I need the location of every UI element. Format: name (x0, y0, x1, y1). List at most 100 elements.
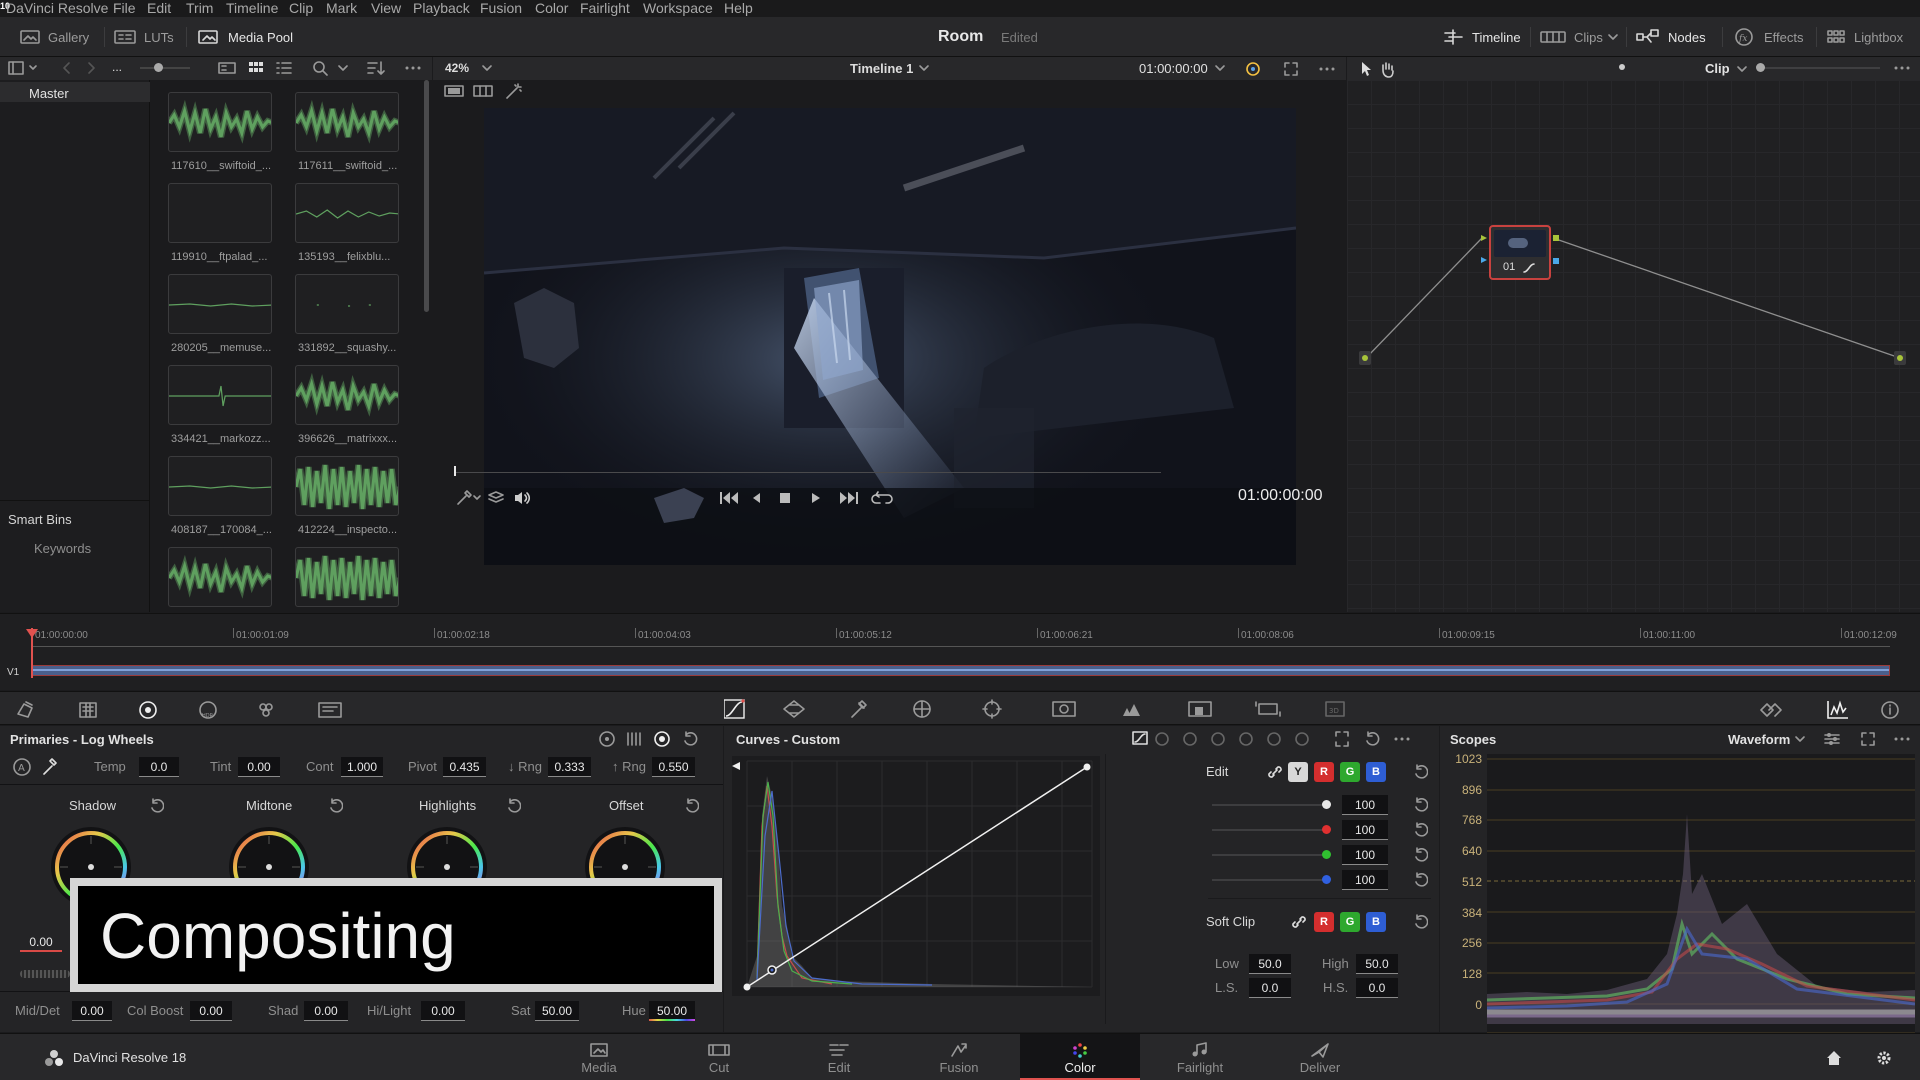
pivot-field[interactable]: 0.435 (443, 757, 486, 777)
link-channels-icon[interactable] (1267, 765, 1283, 779)
output-node[interactable] (1894, 351, 1906, 365)
edit-slider-handle[interactable] (1322, 825, 1331, 834)
page-deliver[interactable]: Deliver (1260, 1034, 1380, 1080)
contrast-field[interactable]: 1.000 (341, 757, 383, 777)
thumb-size-handle[interactable] (154, 63, 163, 72)
edit-slider-track[interactable] (1212, 854, 1327, 856)
color-picker-icon[interactable] (457, 490, 481, 505)
color-warper-icon[interactable] (783, 700, 805, 718)
clip-thumbnail[interactable] (168, 274, 272, 334)
page-cut[interactable]: Cut (659, 1034, 779, 1080)
curves-fullscreen-icon[interactable] (1335, 731, 1349, 747)
menu-clip[interactable]: Clip (289, 0, 313, 16)
edit-slider-handle[interactable] (1322, 875, 1331, 884)
stop-icon[interactable] (780, 493, 790, 503)
edit-value-field[interactable]: 100 (1342, 870, 1388, 890)
hue-vs-sat-icon[interactable] (1183, 732, 1197, 746)
magic-wand-icon[interactable] (504, 82, 524, 100)
menu-trim[interactable]: Trim (186, 0, 213, 16)
go-to-end-icon[interactable] (840, 492, 858, 504)
soft-clip-g-chip[interactable]: G (1340, 912, 1360, 932)
saturation-field[interactable]: 50.00 (535, 1001, 579, 1021)
page-media[interactable]: Media (539, 1034, 659, 1080)
soft-clip-low-field[interactable]: 50.0 (1249, 954, 1291, 974)
log-mode-icon[interactable] (654, 731, 670, 747)
highlights-field[interactable]: 0.00 (421, 1001, 465, 1021)
scope-expand-icon[interactable] (1861, 732, 1875, 746)
node-more-icon[interactable] (1893, 65, 1911, 71)
clip-thumbnail[interactable] (168, 456, 272, 516)
more-options-icon[interactable] (404, 65, 422, 71)
clip-thumbnail[interactable] (295, 183, 399, 243)
viewer-timecode[interactable]: 01:00:00:00 (1238, 487, 1323, 505)
timeline-clip[interactable] (32, 665, 1890, 676)
clip-thumbnail[interactable] (168, 92, 272, 152)
clip-thumbnail[interactable] (295, 456, 399, 516)
qualifier-icon[interactable] (851, 700, 867, 718)
sat-vs-lum-icon[interactable] (1295, 732, 1309, 746)
hdr-icon[interactable]: HDR (199, 701, 217, 719)
reset-offset-icon[interactable] (683, 798, 699, 814)
edit-value-reset-icon[interactable] (1412, 797, 1428, 813)
effects-button[interactable]: fx Effects (1734, 17, 1804, 57)
color-boost-field[interactable]: 0.00 (190, 1001, 232, 1021)
motion-effects-icon[interactable] (318, 702, 342, 718)
menu-playback[interactable]: Playback (413, 0, 470, 16)
media-pool-scrollbar[interactable] (421, 80, 432, 612)
layers-icon[interactable] (488, 491, 504, 503)
hand-icon[interactable] (1382, 62, 1394, 78)
reset-shadow-icon[interactable] (148, 798, 164, 814)
low-range-field[interactable]: 0.333 (548, 757, 591, 777)
edit-value-reset-icon[interactable] (1412, 872, 1428, 888)
shadows-field[interactable]: 0.00 (304, 1001, 348, 1021)
scrollbar-thumb[interactable] (424, 80, 429, 312)
zoom-level[interactable]: 42% (445, 61, 469, 75)
node-rgb-output[interactable] (1553, 235, 1559, 241)
scope-more-icon[interactable] (1894, 737, 1910, 741)
play-icon[interactable] (812, 493, 820, 503)
menu-edit[interactable]: Edit (147, 0, 171, 16)
zoom-chevron-icon[interactable] (481, 63, 493, 73)
tint-field[interactable]: 0.00 (238, 757, 280, 777)
timecode-chevron-icon[interactable] (1214, 63, 1226, 73)
curves-reset-icon[interactable] (1366, 731, 1380, 746)
curve-graph[interactable] (732, 756, 1100, 996)
page-fusion[interactable]: Fusion (899, 1034, 1019, 1080)
node-mode-label[interactable]: Clip (1705, 61, 1730, 76)
edit-slider-handle[interactable] (1322, 800, 1331, 809)
r-channel-chip[interactable]: R (1314, 762, 1334, 782)
home-icon[interactable] (1827, 1051, 1841, 1065)
node-alpha-output[interactable] (1553, 258, 1559, 264)
edit-slider-track[interactable] (1212, 829, 1327, 831)
page-color[interactable]: Color (1020, 1034, 1140, 1080)
thumbnail-view-icon[interactable] (248, 61, 264, 75)
split-screen-icon[interactable] (444, 84, 464, 98)
key-icon[interactable] (1188, 701, 1212, 717)
media-pool-button[interactable]: Media Pool (198, 17, 293, 57)
curves-icon[interactable] (724, 699, 745, 719)
menu-mark[interactable]: Mark (326, 0, 357, 16)
node-zoom-slider[interactable] (1760, 67, 1880, 69)
node-graph[interactable]: 01 (1347, 80, 1920, 612)
clips-button[interactable]: Clips (1540, 17, 1627, 57)
menu-view[interactable]: View (371, 0, 401, 16)
mid-detail-field[interactable]: 0.00 (72, 1001, 112, 1021)
lightbox-button[interactable]: Lightbox (1826, 17, 1903, 57)
menu-file[interactable]: File (113, 0, 136, 16)
sat-vs-sat-icon[interactable] (1267, 732, 1281, 746)
soft-clip-r-chip[interactable]: R (1314, 912, 1334, 932)
shadow-master-wheel[interactable] (20, 970, 70, 978)
keyframes-icon[interactable] (1760, 703, 1782, 717)
hue-vs-lum-icon[interactable] (1211, 732, 1225, 746)
lum-vs-sat-icon[interactable] (1239, 732, 1253, 746)
hue-vs-hue-icon[interactable] (1155, 732, 1169, 746)
white-balance-picker-icon[interactable] (43, 758, 57, 775)
timeline-button[interactable]: Timeline (1442, 17, 1521, 57)
menu-color[interactable]: Color (535, 0, 568, 16)
edit-value-field[interactable]: 100 (1342, 845, 1388, 865)
scrubber-playhead[interactable] (454, 466, 456, 476)
playhead-marker-icon[interactable] (26, 629, 38, 639)
menu-fairlight[interactable]: Fairlight (580, 0, 630, 16)
gallery-button[interactable]: Gallery (20, 17, 89, 57)
node-mode-chevron-icon[interactable] (1736, 64, 1748, 74)
